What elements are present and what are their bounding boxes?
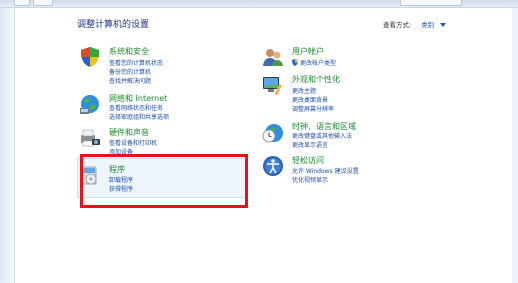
clock-globe-icon <box>262 124 283 143</box>
link-network-status[interactable]: 查看网络状态和任务 <box>109 103 163 112</box>
category-title[interactable]: 轻松访问 <box>292 155 324 166</box>
highlight-annotation-box <box>80 154 248 208</box>
page-title: 调整计算机的设置 <box>77 20 150 30</box>
view-by: 查看方式: 类别 <box>383 19 447 29</box>
link-change-theme[interactable]: 更改主题 <box>292 86 316 95</box>
link-adjust-resolution[interactable]: 调整屏幕分辨率 <box>292 104 334 113</box>
users-icon <box>263 49 283 66</box>
link-devices-printers[interactable]: 查看设备和打印机 <box>109 138 157 147</box>
link-view-status[interactable]: 查看您的计算机状态 <box>109 58 163 67</box>
view-by-dropdown[interactable]: 类别 <box>421 21 434 29</box>
ease-of-access-icon <box>263 156 283 176</box>
link-backup[interactable]: 备份您的计算机 <box>109 67 151 76</box>
category-title[interactable]: 外观和个性化 <box>292 74 340 85</box>
link-homegroup[interactable]: 选择家庭组和共享选项 <box>109 112 169 121</box>
printer-camera-icon <box>81 129 100 147</box>
category-system-security[interactable]: 系统和安全 查看您的计算机状态 备份您的计算机 查找并解决问题 <box>79 46 229 86</box>
link-label: 更改帐户类型 <box>300 60 337 67</box>
address-bar[interactable] <box>33 0 53 6</box>
monitor-paint-icon <box>263 77 282 96</box>
category-user-accounts[interactable]: 用户帐户 更改帐户类型 <box>262 46 412 70</box>
category-title[interactable]: 硬件和声音 <box>109 127 149 138</box>
link-change-display-language[interactable]: 更改显示语言 <box>292 140 328 149</box>
scrollbar[interactable] <box>512 8 518 283</box>
globe-network-icon <box>80 95 99 114</box>
navigation-pane <box>0 8 15 283</box>
uac-shield-icon <box>292 59 298 66</box>
shield-icon <box>81 47 99 67</box>
category-network-internet[interactable]: 网络和 Internet 查看网络状态和任务 选择家庭组和共享选项 <box>79 93 229 125</box>
search-box[interactable] <box>400 0 462 6</box>
view-by-label: 查看方式: <box>383 21 412 29</box>
link-troubleshoot[interactable]: 查找并解决问题 <box>109 76 151 85</box>
category-ease-of-access[interactable]: 轻松访问 允许 Windows 建议设置 优化视频显示 <box>262 155 412 187</box>
category-clock-language-region[interactable]: 时钟、语言和区域 更改键盘或其他输入法 更改显示语言 <box>262 121 412 153</box>
window-top-strip <box>0 0 518 8</box>
category-appearance[interactable]: 外观和个性化 更改主题 更改桌面背景 调整屏幕分辨率 <box>262 74 412 114</box>
link-optimize-visual-display[interactable]: 优化视频显示 <box>292 175 328 184</box>
link-change-background[interactable]: 更改桌面背景 <box>292 95 328 104</box>
chevron-down-icon[interactable] <box>440 23 447 27</box>
link-change-keyboard[interactable]: 更改键盘或其他输入法 <box>292 131 352 140</box>
category-title[interactable]: 用户帐户 <box>292 46 324 57</box>
category-title[interactable]: 系统和安全 <box>109 46 149 57</box>
link-change-account-type[interactable]: 更改帐户类型 <box>292 58 336 67</box>
back-button[interactable] <box>14 0 30 6</box>
link-windows-suggest-settings[interactable]: 允许 Windows 建议设置 <box>292 166 359 175</box>
